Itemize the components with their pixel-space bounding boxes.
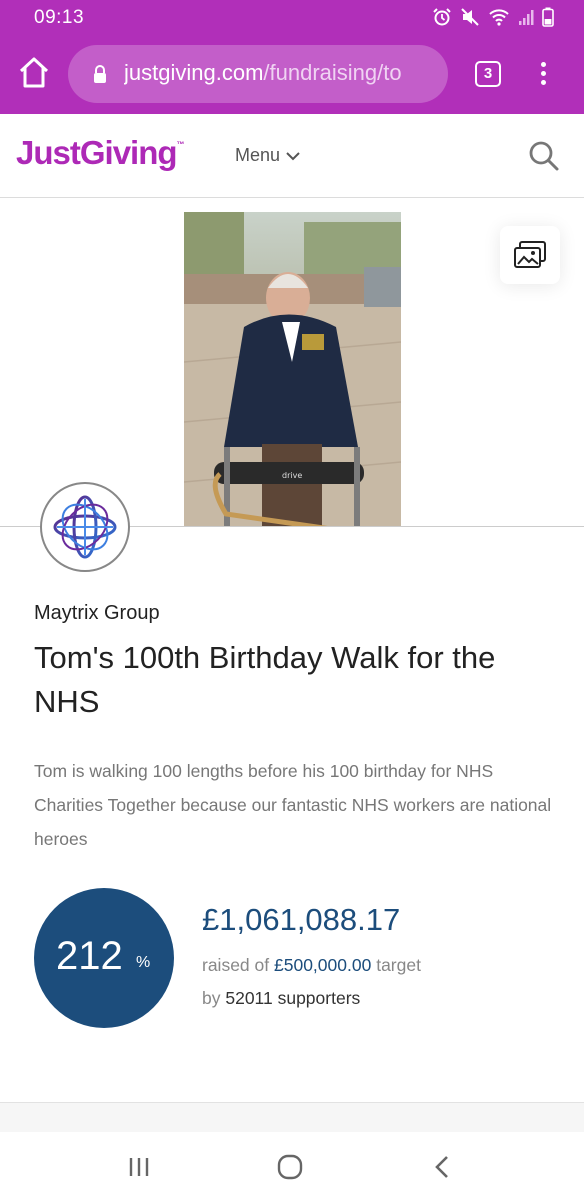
search-button[interactable] [528,140,560,172]
lock-icon [92,64,108,89]
wifi-icon [488,7,510,27]
dot [540,62,546,67]
alarm-icon [432,7,452,27]
justgiving-logo[interactable]: JustGiving™ [16,134,185,172]
logo-text: JustGiving [16,134,178,171]
back-icon [435,1156,448,1178]
hero-section: drive [0,198,584,526]
supporters-line: by 52011 supporters [202,988,360,1009]
dot [540,71,546,76]
search-icon [529,141,559,171]
trademark-mark: ™ [176,140,185,149]
svg-text:drive: drive [282,471,302,480]
organisation-name[interactable]: Maytrix Group [34,602,160,625]
tab-switcher-button[interactable]: 3 [475,61,501,87]
dot [540,80,546,85]
url-path: /fundraising/to [263,60,402,85]
menu-button[interactable]: Menu [235,145,300,166]
site-header: JustGiving™ Menu [0,114,584,198]
mute-icon [460,7,480,27]
supporters-prefix: by [202,988,221,1008]
home-circle-icon [277,1154,303,1180]
battery-icon [542,7,554,27]
progress-percent-sign: % [136,954,151,971]
browser-menu-button[interactable] [536,60,550,90]
url-domain: justgiving.com [124,60,264,85]
chevron-down-icon [286,151,300,160]
browser-home-button[interactable] [18,56,50,90]
home-button[interactable] [277,1154,303,1185]
back-button[interactable] [434,1155,450,1184]
fundraiser-summary: Tom is walking 100 lengths before his 10… [34,761,552,849]
home-icon [19,57,49,88]
recent-apps-button[interactable] [128,1156,152,1183]
image-gallery-icon [514,241,546,268]
supporters-count[interactable]: 52011 supporters [225,988,360,1008]
fundraiser-photo[interactable]: drive [184,212,401,526]
address-bar[interactable]: justgiving.com/fundraising/to [68,45,448,103]
progress-percent: 212 [56,934,123,978]
menu-label: Menu [235,145,281,165]
browser-toolbar: justgiving.com/fundraising/to 3 [0,36,584,114]
section-divider [0,1102,584,1132]
progress-circle: 212 % [34,888,174,1028]
status-time: 09:13 [34,7,85,28]
status-bar: 09:13 [0,0,584,36]
target-suffix: target [376,955,421,975]
status-icons [432,7,554,27]
url-text: justgiving.com/fundraising/to [124,60,439,86]
recent-apps-icon [129,1158,149,1176]
raised-prefix: raised of [202,955,270,975]
charity-logo[interactable] [40,482,130,572]
target-amount: £500,000.00 [274,955,372,975]
gallery-button[interactable] [500,226,560,284]
target-line: raised of £500,000.00 target [202,955,421,976]
amount-raised: £1,061,088.17 [202,902,401,937]
signal-icon [518,8,534,26]
android-nav-bar [0,1132,584,1200]
page-title: Tom's 100th Birthday Walk for the NHS [34,640,496,719]
